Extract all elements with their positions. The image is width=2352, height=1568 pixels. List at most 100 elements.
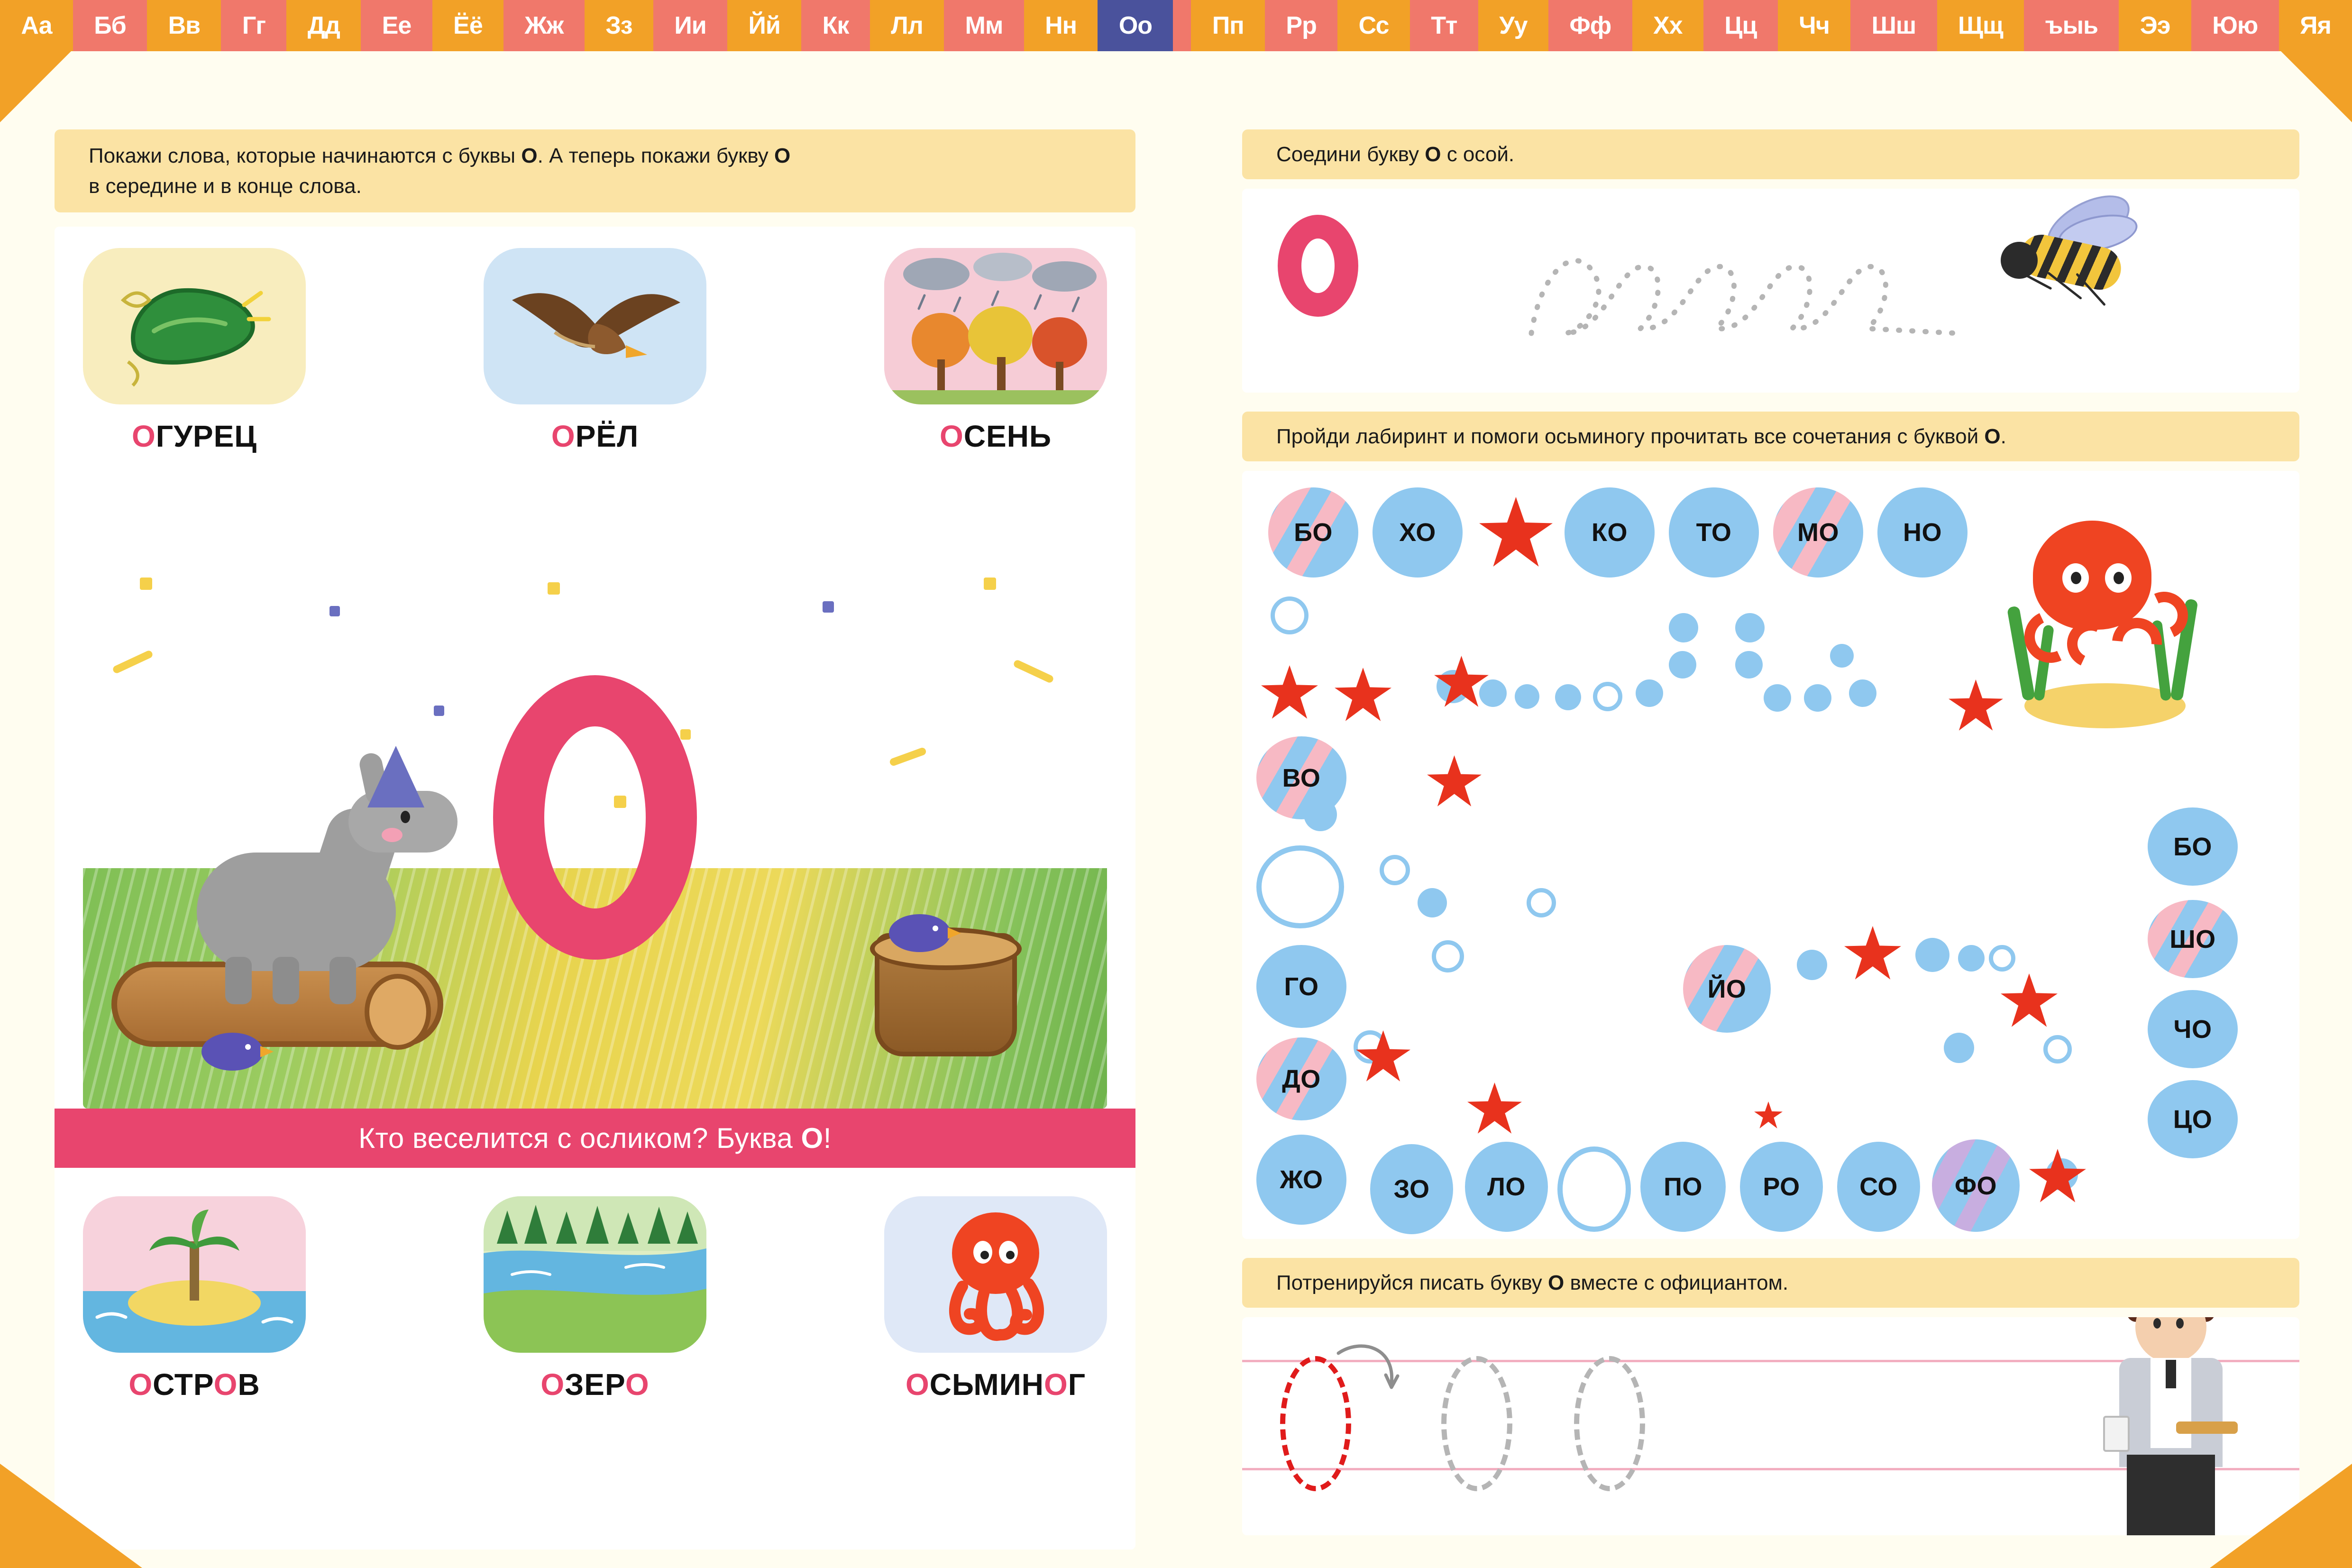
- alphabet-letter-26[interactable]: Щщ: [1937, 0, 2024, 51]
- maze-bubble-sho[interactable]: ШО: [2148, 900, 2238, 978]
- top-word-item-0[interactable]: ОГУРЕЦ: [83, 248, 306, 454]
- maze-bubble-po[interactable]: ПО: [1640, 1142, 1726, 1232]
- maze-bubble-ro[interactable]: РО: [1740, 1142, 1823, 1232]
- alphabet-letter-6[interactable]: Ёё: [432, 0, 504, 51]
- path-dot-23: [1944, 1033, 1974, 1063]
- workbook-page: Аа Бб Вв Гг Дд Ее Ёё Жж Зз Ии Йй Кк Лл Мм Нн Оо Пп Рр Сс Тт…: [0, 0, 2352, 1568]
- path-dot-7: [1636, 679, 1663, 707]
- maze-bubble-lo[interactable]: ЛО: [1465, 1142, 1548, 1232]
- alphabet-letter-16[interactable]: Пп: [1191, 0, 1265, 51]
- confetti-2: [329, 606, 340, 616]
- writing-practice-card[interactable]: [1242, 1317, 2299, 1535]
- alphabet-letter-7[interactable]: Жж: [503, 0, 585, 51]
- maze-bubble-fo[interactable]: ФО: [1932, 1139, 2020, 1232]
- wasp-icon: [1986, 183, 2186, 336]
- alphabet-letter-21[interactable]: Фф: [1548, 0, 1632, 51]
- path-dot-3: [1479, 679, 1507, 707]
- top-word-item-1[interactable]: ОРЁЛ: [484, 248, 706, 454]
- confetti-3: [548, 582, 560, 595]
- alphabet-letter-22[interactable]: Хх: [1632, 0, 1703, 51]
- lake-icon: [484, 1196, 706, 1353]
- alphabet-letter-0[interactable]: Аа: [0, 0, 73, 51]
- trace-letter-o-2[interactable]: [1441, 1356, 1512, 1491]
- maze-bubble-zho[interactable]: ЖО: [1256, 1135, 1346, 1225]
- path-dot-8: [1669, 613, 1698, 642]
- bottom-word-item-0[interactable]: ОСТРОВ: [83, 1196, 306, 1402]
- alphabet-letter-30[interactable]: Яя: [2279, 0, 2352, 51]
- alphabet-letter-5[interactable]: Ее: [361, 0, 432, 51]
- alphabet-letter-27[interactable]: ъыь: [2024, 0, 2119, 51]
- corner-triangle-top-left: [0, 51, 71, 122]
- maze-bubble-go[interactable]: ГО: [1256, 945, 1346, 1028]
- eagle-icon: [484, 248, 706, 404]
- bottom-word-item-2[interactable]: ОСЬМИНОГ: [884, 1196, 1107, 1402]
- star-icon-3: [1335, 668, 1391, 721]
- maze-bubble-jo[interactable]: ЙО: [1683, 945, 1771, 1033]
- alphabet-letter-20[interactable]: Уу: [1478, 0, 1548, 51]
- left-instruction-banner: Покажи слова, которые начинаются с буквы…: [55, 129, 1135, 212]
- stroke-direction-arrow-icon: [1336, 1344, 1400, 1389]
- maze-bubble-empty-bottom[interactable]: [1557, 1146, 1631, 1232]
- path-dot-15: [1304, 798, 1337, 831]
- cucumber-icon: [83, 248, 306, 404]
- confetti-6: [614, 796, 626, 808]
- maze-bubble-xo[interactable]: ХО: [1373, 487, 1463, 578]
- maze-bubble-bo-right[interactable]: БО: [2148, 807, 2238, 886]
- task1-instruction-text: Соедини букву О с осой.: [1276, 142, 1515, 166]
- hero-letter-o: [493, 675, 697, 960]
- alphabet-letter-11[interactable]: Кк: [801, 0, 870, 51]
- alphabet-letter-13[interactable]: Мм: [944, 0, 1024, 51]
- maze-bubble-zo[interactable]: ЗО: [1370, 1144, 1453, 1234]
- task2-instruction-banner: Пройди лабиринт и помоги осьминогу прочи…: [1242, 412, 2299, 461]
- alphabet-letter-17[interactable]: Рр: [1265, 0, 1338, 51]
- path-dot-20: [1915, 938, 1949, 972]
- star-icon-6: [1844, 926, 1901, 980]
- maze-bubble-to[interactable]: ТО: [1669, 487, 1759, 578]
- path-dot-5: [1555, 684, 1581, 710]
- top-word-label-2: ОСЕНЬ: [940, 419, 1052, 453]
- maze-board[interactable]: БО ХО КО ТО МО НО ВО ГО ДО ЖО ЗО ЛО ПО Р…: [1242, 471, 2299, 1239]
- alphabet-letter-1[interactable]: Бб: [73, 0, 147, 51]
- alphabet-letter-12[interactable]: Лл: [869, 0, 944, 51]
- octopus-icon: [2006, 521, 2200, 728]
- alphabet-letter-19[interactable]: Тт: [1409, 0, 1478, 51]
- alphabet-letter-25[interactable]: Шш: [1850, 0, 1937, 51]
- alphabet-letter-10[interactable]: Йй: [727, 0, 802, 51]
- path-dot-10: [1735, 613, 1765, 642]
- maze-bubble-tso[interactable]: ЦО: [2148, 1080, 2238, 1158]
- alphabet-letter-24[interactable]: Чч: [1777, 0, 1851, 51]
- maze-bubble-so[interactable]: СО: [1837, 1142, 1920, 1232]
- maze-bubble-do[interactable]: ДО: [1256, 1037, 1346, 1120]
- maze-bubble-no[interactable]: НО: [1877, 487, 1968, 578]
- maze-bubble-empty-left[interactable]: [1256, 845, 1344, 928]
- alphabet-letter-18[interactable]: Сс: [1337, 0, 1410, 51]
- bird-icon-right: [889, 914, 961, 952]
- alphabet-letter-8[interactable]: Зз: [584, 0, 654, 51]
- confetti-5: [984, 578, 996, 590]
- alphabet-letter-23[interactable]: Цц: [1703, 0, 1778, 51]
- alphabet-strip[interactable]: Аа Бб Вв Гг Дд Ее Ёё Жж Зз Ии Йй Кк Лл Мм Нн Оо Пп Рр Сс Тт…: [0, 0, 2352, 51]
- alphabet-letter-29[interactable]: Юю: [2191, 0, 2279, 51]
- alphabet-letter-9[interactable]: Ии: [653, 0, 728, 51]
- trace-letter-o-3[interactable]: [1574, 1356, 1645, 1491]
- bottom-word-item-1[interactable]: ОЗЕРО: [484, 1196, 706, 1402]
- alphabet-letter-28[interactable]: Ээ: [2119, 0, 2191, 51]
- alphabet-letter-2[interactable]: Вв: [147, 0, 221, 51]
- alphabet-letter-4[interactable]: Дд: [286, 0, 361, 51]
- bottom-word-label-0: ОСТРОВ: [128, 1367, 260, 1402]
- alphabet-letter-14[interactable]: Нн: [1024, 0, 1098, 51]
- path-dot-19: [1797, 950, 1827, 980]
- task3-instruction-banner: Потренируйся писать букву О вместе с офи…: [1242, 1258, 2299, 1308]
- alphabet-letter-3[interactable]: Гг: [221, 0, 287, 51]
- alphabet-letter-15[interactable]: Оо: [1098, 0, 1173, 51]
- maze-bubble-cho[interactable]: ЧО: [2148, 990, 2238, 1068]
- path-dot-24: [2043, 1035, 2072, 1064]
- path-dot-22: [1989, 945, 2015, 972]
- top-word-item-2[interactable]: ОСЕНЬ: [884, 248, 1107, 454]
- maze-bubble-bo-top[interactable]: БО: [1268, 487, 1358, 578]
- hero-caption-bar: Кто веселится с осликом? Буква О!: [55, 1109, 1135, 1168]
- maze-bubble-ko[interactable]: КО: [1565, 487, 1655, 578]
- path-dot-11: [1735, 651, 1763, 679]
- maze-bubble-mo[interactable]: МО: [1773, 487, 1863, 578]
- left-page: Покажи слова, которые начинаются с буквы…: [0, 51, 1181, 1568]
